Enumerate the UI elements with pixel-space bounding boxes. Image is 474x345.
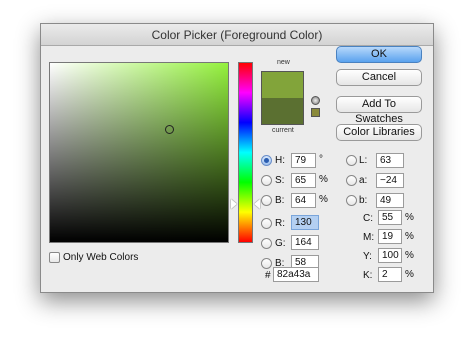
new-color-swatch <box>262 72 303 98</box>
window-title: Color Picker (Foreground Color) <box>41 24 433 46</box>
color-libraries-button[interactable]: Color Libraries <box>336 124 422 141</box>
only-web-colors-checkbox[interactable] <box>49 252 60 263</box>
c-input[interactable]: 55 <box>378 210 402 225</box>
radio-lab-b[interactable] <box>346 195 357 206</box>
radio-b[interactable] <box>261 195 272 206</box>
c-label: C: <box>363 213 373 224</box>
lab-b-label: b: <box>359 195 368 206</box>
l-input[interactable]: 63 <box>376 153 404 168</box>
current-color-swatch[interactable] <box>262 98 303 124</box>
hue-slider[interactable] <box>238 62 253 243</box>
ok-button[interactable]: OK <box>336 46 422 63</box>
h-input[interactable]: 79 <box>291 153 316 168</box>
y-unit: % <box>405 250 414 261</box>
c-unit: % <box>405 212 414 223</box>
only-web-colors-label[interactable]: Only Web Colors <box>63 251 138 264</box>
g-label: G: <box>275 238 286 249</box>
hex-input[interactable]: 82a43a <box>273 267 319 282</box>
cancel-button[interactable]: Cancel <box>336 69 422 86</box>
m-label: M: <box>363 232 375 243</box>
a-label: a: <box>359 175 368 186</box>
a-input[interactable]: −24 <box>376 173 404 188</box>
k-label: K: <box>363 270 373 281</box>
y-input[interactable]: 100 <box>378 248 402 263</box>
new-label: new <box>277 59 290 66</box>
b-label: B: <box>275 195 285 206</box>
k-unit: % <box>405 269 414 280</box>
lab-b-input[interactable]: 49 <box>376 193 404 208</box>
g-input[interactable]: 164 <box>291 235 319 250</box>
r-label: R: <box>275 218 285 229</box>
add-to-swatches-button[interactable]: Add To Swatches <box>336 96 422 125</box>
b-unit: % <box>319 194 328 205</box>
radio-h[interactable] <box>261 155 272 166</box>
h-unit: ° <box>319 154 323 165</box>
s-unit: % <box>319 174 328 185</box>
s-label: S: <box>275 175 285 186</box>
m-unit: % <box>405 231 414 242</box>
k-input[interactable]: 2 <box>378 267 402 282</box>
web-safe-color-icon[interactable] <box>311 108 320 117</box>
r-input[interactable]: 130 <box>291 215 319 230</box>
s-input[interactable]: 65 <box>291 173 316 188</box>
current-label: current <box>272 127 294 134</box>
radio-rgb-b[interactable] <box>261 258 272 269</box>
radio-s[interactable] <box>261 175 272 186</box>
radio-r[interactable] <box>261 218 272 229</box>
m-input[interactable]: 19 <box>378 229 402 244</box>
h-label: H: <box>275 155 285 166</box>
out-of-gamut-icon[interactable] <box>311 96 320 105</box>
color-field-cursor[interactable] <box>165 125 174 134</box>
color-picker-dialog: Color Picker (Foreground Color) new curr… <box>40 23 434 293</box>
hue-slider-left-arrow[interactable] <box>231 199 237 209</box>
y-label: Y: <box>363 251 372 262</box>
b-input[interactable]: 64 <box>291 193 316 208</box>
radio-l[interactable] <box>346 155 357 166</box>
hue-slider-right-arrow[interactable] <box>254 199 260 209</box>
color-field[interactable] <box>49 62 229 243</box>
hex-label: # <box>265 270 271 281</box>
radio-a[interactable] <box>346 175 357 186</box>
l-label: L: <box>359 155 368 166</box>
radio-g[interactable] <box>261 238 272 249</box>
